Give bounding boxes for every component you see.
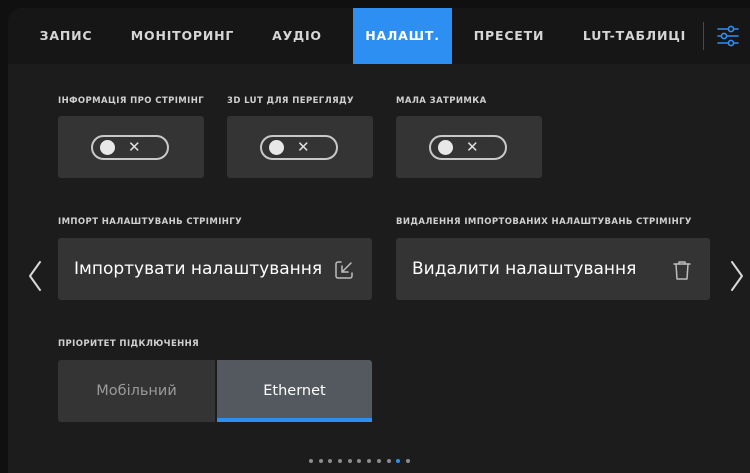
low-latency-panel: ✕: [396, 116, 542, 178]
low-latency-label: МАЛА ЗАТРИМКА: [396, 96, 487, 106]
x-icon: ✕: [466, 138, 479, 156]
low-latency-toggle[interactable]: ✕: [429, 135, 507, 160]
x-icon: ✕: [297, 138, 310, 156]
tab-setup[interactable]: НАЛАШТ.: [353, 8, 452, 64]
import-section-label: ІМПОРТ НАЛАШТУВАНЬ СТРІМІНГУ: [58, 217, 243, 227]
tab-audio[interactable]: АУДІО: [241, 8, 353, 64]
lut-display-toggle[interactable]: ✕: [260, 135, 338, 160]
page-dot: [357, 459, 362, 463]
chevron-right-icon[interactable]: [726, 258, 748, 294]
toggle-knob: [438, 140, 453, 155]
import-icon: [332, 258, 356, 282]
lut-display-panel: ✕: [227, 116, 373, 178]
page-dot: [347, 459, 352, 463]
delete-section-label: ВИДАЛЕННЯ ІМПОРТОВАНИХ НАЛАШТУВАНЬ СТРІМ…: [396, 217, 692, 227]
streaming-info-panel: ✕: [58, 116, 204, 178]
import-settings-label: Імпортувати налаштування: [74, 259, 323, 279]
page-dot: [328, 459, 333, 463]
toggle-knob: [100, 140, 115, 155]
delete-settings-label: Видалити налаштування: [412, 259, 637, 279]
page-indicator: [309, 459, 416, 463]
selected-indicator: [217, 418, 372, 422]
tab-presets[interactable]: ПРЕСЕТИ: [452, 8, 566, 64]
page-dot: [376, 459, 381, 463]
page-dot: [318, 459, 323, 463]
sliders-menu-icon[interactable]: [705, 8, 750, 64]
page-dot: [386, 459, 391, 463]
streaming-info-toggle[interactable]: ✕: [91, 135, 169, 160]
tab-luts[interactable]: LUT-ТАБЛИЦІ: [566, 8, 703, 64]
streaming-info-label: ІНФОРМАЦІЯ ПРО СТРІМІНГ: [58, 96, 205, 106]
tab-record[interactable]: ЗАПИС: [8, 8, 124, 64]
lut-display-label: 3D LUT ДЛЯ ПЕРЕГЛЯДУ: [227, 96, 354, 106]
trash-icon: [670, 258, 694, 282]
delete-settings-button[interactable]: Видалити налаштування: [396, 238, 710, 300]
tab-divider: [703, 22, 704, 50]
page-dot: [396, 459, 401, 463]
priority-section-label: ПРІОРИТЕТ ПІДКЛЮЧЕННЯ: [58, 339, 200, 349]
tab-monitor[interactable]: МОНІТОРИНГ: [124, 8, 241, 64]
import-settings-button[interactable]: Імпортувати налаштування: [58, 238, 372, 300]
toggle-knob: [269, 140, 284, 155]
priority-option-mobile[interactable]: Мобільний: [58, 360, 215, 422]
settings-screen: ЗАПИС МОНІТОРИНГ АУДІО НАЛАШТ. ПРЕСЕТИ L…: [8, 8, 750, 473]
chevron-left-icon[interactable]: [24, 258, 46, 294]
priority-option-ethernet[interactable]: Ethernet: [217, 360, 372, 422]
page-dot: [367, 459, 372, 463]
page-dot: [405, 459, 410, 463]
page-dot: [338, 459, 343, 463]
x-icon: ✕: [128, 138, 141, 156]
tab-bar: ЗАПИС МОНІТОРИНГ АУДІО НАЛАШТ. ПРЕСЕТИ L…: [8, 8, 750, 64]
page-dot: [309, 459, 313, 463]
